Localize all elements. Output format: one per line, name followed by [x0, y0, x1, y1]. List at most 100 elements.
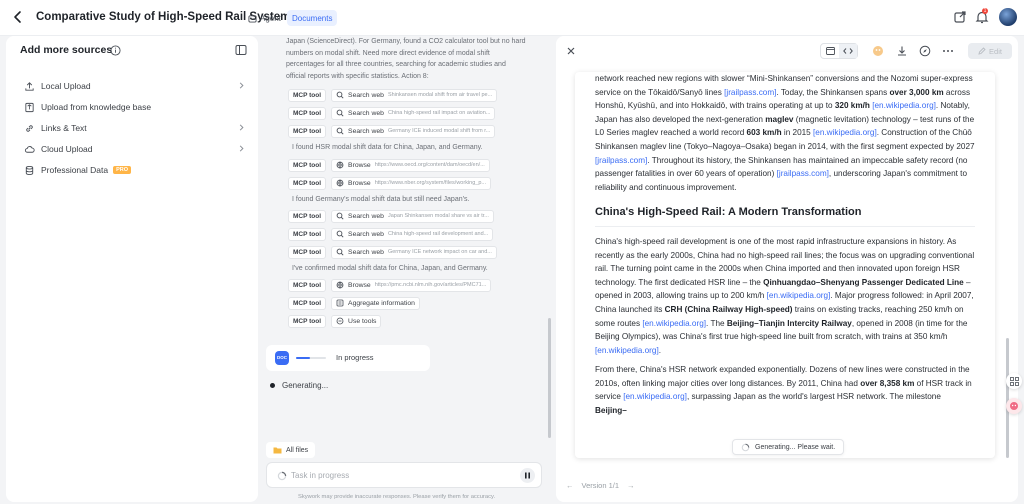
all-files-label: All files — [286, 446, 309, 454]
all-files-button[interactable]: All files — [266, 442, 316, 458]
back-arrow-icon[interactable] — [10, 9, 26, 25]
progress-bar-fill — [296, 357, 310, 359]
citation-link[interactable]: [jrailpass.com] — [595, 156, 647, 165]
task-input[interactable]: Task in progress — [266, 462, 542, 488]
bold-text: Beijing– — [595, 406, 627, 416]
floating-assistant-button[interactable] — [1006, 398, 1022, 414]
citation-link[interactable]: [jrailpass.com] — [777, 169, 829, 178]
tool-step[interactable]: MCP tool Browse https://pmc.ncbi.nlm.nih… — [288, 278, 492, 292]
generating-toast: Generating... Please wait. — [732, 439, 845, 455]
tool-action[interactable]: Search web Germany ICE network impact on… — [331, 245, 497, 259]
source-links-text[interactable]: Links & Text — [24, 120, 246, 136]
documents-chip[interactable]: Documents — [287, 10, 338, 26]
tool-action[interactable]: Browse https://www.nber.org/system/files… — [331, 176, 491, 190]
tool-action-label: Browse — [348, 281, 371, 289]
preview-mode-button[interactable] — [821, 44, 839, 58]
tool-step[interactable]: MCP tool Search web Shinkansen modal shi… — [288, 88, 498, 102]
chat-scrollbar[interactable] — [548, 318, 551, 438]
chevron-right-icon — [239, 145, 244, 152]
download-icon[interactable] — [896, 45, 908, 57]
search-icon — [336, 248, 344, 256]
tool-step[interactable]: MCP tool Search web Japan Shinkansen mod… — [288, 209, 494, 223]
mcp-tool-tag: MCP tool — [288, 88, 327, 102]
source-cloud-upload[interactable]: Cloud Upload — [24, 141, 246, 157]
tool-action-detail: China high-speed rail development and... — [387, 231, 489, 237]
tool-action-label: Browse — [348, 161, 371, 169]
assistant-icon — [1010, 402, 1018, 410]
tool-step[interactable]: MCP tool Browse https://www.oecd.org/con… — [288, 158, 490, 172]
tool-action-label: Search web — [348, 230, 384, 238]
citation-link[interactable]: [en.wikipedia.org] — [872, 101, 936, 110]
folder-icon — [273, 447, 282, 454]
citation-link[interactable]: [en.wikipedia.org] — [595, 346, 659, 355]
edit-button[interactable]: Edit — [968, 43, 1012, 59]
agent-chip[interactable]: Agent — [248, 10, 281, 26]
close-icon[interactable] — [566, 46, 576, 56]
tool-action[interactable]: Search web Germany ICE induced modal shi… — [331, 124, 496, 138]
citation-link[interactable]: [en.wikipedia.org] — [642, 319, 706, 328]
mcp-tool-tag: MCP tool — [288, 176, 327, 190]
spinner-icon — [277, 471, 287, 481]
citation-link[interactable]: [en.wikipedia.org] — [623, 392, 687, 401]
tool-step[interactable]: MCP tool Use tools — [288, 314, 382, 328]
tool-action[interactable]: Aggregate information — [331, 296, 420, 310]
tool-step[interactable]: MCP tool Search web Germany ICE network … — [288, 245, 497, 259]
pause-button[interactable] — [520, 468, 535, 483]
citation-link[interactable]: [en.wikipedia.org] — [767, 291, 831, 300]
sources-title: Add more sources — [20, 44, 113, 56]
tool-action-detail: https://pmc.ncbi.nlm.nih.gov/articles/PM… — [374, 282, 487, 288]
globe-icon — [336, 179, 344, 187]
floating-apps-button[interactable] — [1006, 373, 1022, 389]
source-professional-data[interactable]: Professional Data PRO — [24, 162, 246, 178]
tool-step[interactable]: MCP tool Aggregate information — [288, 296, 420, 310]
tool-action[interactable]: Search web China high-speed rail impact … — [331, 106, 496, 120]
view-toggle[interactable] — [820, 43, 858, 59]
source-local-upload[interactable]: Local Upload — [24, 78, 246, 94]
tool-action-detail: Shinkansen modal shift from air travel p… — [387, 92, 493, 98]
version-label: Version 1/1 — [581, 481, 620, 490]
spinner-icon — [741, 443, 750, 451]
search-icon — [336, 212, 344, 220]
collapse-panel-icon[interactable] — [235, 44, 247, 56]
doc-icon: DOC — [275, 351, 289, 365]
mcp-tool-tag: MCP tool — [288, 158, 327, 172]
info-icon[interactable] — [110, 45, 121, 56]
generating-wait-text: Generating... Please wait. — [755, 443, 836, 451]
search-icon — [336, 109, 344, 117]
tool-step[interactable]: MCP tool Browse https://www.nber.org/sys… — [288, 176, 491, 190]
compass-icon[interactable] — [919, 45, 931, 57]
tool-action[interactable]: Use tools — [331, 314, 382, 328]
tool-step[interactable]: MCP tool Search web China high-speed rai… — [288, 227, 494, 241]
window-icon — [825, 47, 835, 55]
source-knowledge-base[interactable]: Upload from knowledge base — [24, 99, 246, 115]
more-icon[interactable] — [942, 45, 954, 57]
share-external-icon[interactable] — [952, 9, 968, 25]
tool-step[interactable]: MCP tool Search web China high-speed rai… — [288, 106, 496, 120]
bold-text: over 8,358 km — [860, 378, 915, 388]
source-label: Professional Data — [41, 165, 109, 175]
generating-status: Generating... — [270, 381, 328, 390]
magic-icon[interactable] — [872, 45, 884, 57]
tool-action[interactable]: Search web Japan Shinkansen modal share … — [331, 209, 494, 223]
chat-panel: Japan (ScienceDirect). For Germany, foun… — [262, 36, 552, 504]
next-version-icon[interactable]: → — [627, 481, 635, 490]
mcp-tool-tag: MCP tool — [288, 278, 327, 292]
mcp-tool-tag: MCP tool — [288, 124, 327, 138]
notification-badge: 1 — [982, 8, 988, 14]
progress-card[interactable]: DOC In progress — [266, 345, 430, 371]
source-label: Links & Text — [41, 123, 87, 133]
document-scrollbar[interactable] — [1006, 338, 1009, 458]
prev-version-icon[interactable]: ← — [566, 481, 574, 490]
tool-action[interactable]: Search web Shinkansen modal shift from a… — [331, 88, 498, 102]
tool-action[interactable]: Browse https://pmc.ncbi.nlm.nih.gov/arti… — [331, 278, 492, 292]
chat-message: I found HSR modal shift data for China, … — [292, 144, 483, 151]
citation-link[interactable]: [en.wikipedia.org] — [813, 128, 877, 137]
avatar[interactable] — [999, 8, 1017, 26]
tool-step[interactable]: MCP tool Search web Germany ICE induced … — [288, 124, 496, 138]
tool-action[interactable]: Browse https://www.oecd.org/content/dam/… — [331, 158, 490, 172]
search-icon — [336, 230, 344, 238]
citation-link[interactable]: [jrailpass.com] — [724, 88, 776, 97]
code-mode-button[interactable] — [839, 44, 857, 58]
document-page: network reached new regions with slower … — [575, 72, 995, 458]
tool-action[interactable]: Search web China high-speed rail develop… — [331, 227, 494, 241]
